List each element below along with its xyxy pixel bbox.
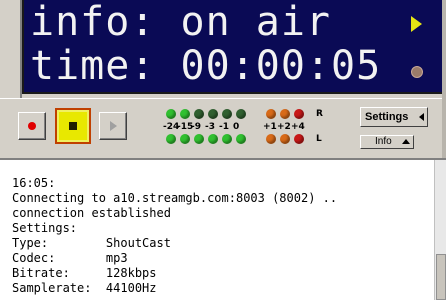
log-line: Connecting to a10.streamgb.com:8003 (800…	[12, 191, 338, 205]
arrow-left-icon	[419, 113, 424, 121]
stop-button[interactable]	[55, 108, 91, 144]
vu-scale-label: -3	[205, 122, 215, 132]
vu-left-channel-label: L	[316, 134, 322, 144]
vu-led-right	[294, 109, 304, 119]
info-label: Info	[375, 136, 392, 147]
vu-led-left	[294, 134, 304, 144]
vu-scale-label: 0	[233, 122, 240, 132]
settings-label: Settings	[365, 111, 409, 123]
log-line: Codec: mp3	[12, 251, 128, 265]
vu-led-left	[236, 134, 246, 144]
vu-led-right	[236, 109, 246, 119]
vu-led-right	[280, 109, 290, 119]
lcd-display-frame: info: on air time: 00:00:05	[0, 0, 446, 98]
vu-led-left	[180, 134, 190, 144]
control-panel: -24 -15 -9 -3 -1 0 +1 +2 +4 R L Settings Info	[0, 98, 446, 156]
vu-led-left	[266, 134, 276, 144]
vu-scale-label: +1	[263, 122, 277, 132]
vu-led-left	[166, 134, 176, 144]
play-button[interactable]	[99, 112, 127, 140]
log-line: Bitrate: 128kbps	[12, 266, 157, 280]
vu-led-right	[266, 109, 276, 119]
scrollbar-thumb[interactable]	[436, 254, 446, 300]
vu-led-right	[166, 109, 176, 119]
vu-meter: -24 -15 -9 -3 -1 0 +1 +2 +4 R L	[160, 109, 330, 149]
info-button[interactable]: Info	[360, 135, 414, 149]
record-button[interactable]	[18, 112, 46, 140]
vu-led-right	[180, 109, 190, 119]
window-edge	[442, 0, 446, 158]
vu-led-right	[222, 109, 232, 119]
log-line: Settings:	[12, 221, 78, 235]
log-text: 16:05: Connecting to a10.streamgb.com:800…	[12, 176, 337, 296]
vu-scale-label: +2	[277, 122, 291, 132]
status-line: info: on air	[30, 0, 331, 45]
record-icon	[28, 122, 36, 130]
arrow-up-icon	[402, 139, 410, 144]
vu-led-right	[194, 109, 204, 119]
log-line: Samplerate: 44100Hz	[12, 281, 157, 295]
vu-scale-label: -9	[191, 122, 201, 132]
vu-led-left	[194, 134, 204, 144]
log-line: Type: ShoutCast	[12, 236, 171, 250]
play-icon	[110, 121, 117, 131]
vu-scale-label: -1	[219, 122, 229, 132]
log-scrollbar[interactable]	[434, 160, 446, 300]
lcd-display: info: on air time: 00:00:05	[22, 0, 446, 94]
log-line: connection established	[12, 206, 171, 220]
vu-scale-label: +4	[291, 122, 305, 132]
time-line: time: 00:00:05	[30, 43, 382, 89]
record-dot-icon[interactable]	[411, 66, 423, 78]
lcd-left-border	[0, 0, 22, 98]
vu-led-right	[208, 109, 218, 119]
vu-right-channel-label: R	[316, 109, 323, 119]
log-panel: 16:05: Connecting to a10.streamgb.com:800…	[0, 158, 446, 300]
vu-led-left	[208, 134, 218, 144]
vu-led-left	[222, 134, 232, 144]
settings-button[interactable]: Settings	[360, 107, 428, 127]
log-line: 16:05:	[12, 176, 56, 190]
stop-icon	[69, 122, 77, 130]
play-triangle-icon[interactable]	[411, 16, 422, 32]
vu-led-left	[280, 134, 290, 144]
